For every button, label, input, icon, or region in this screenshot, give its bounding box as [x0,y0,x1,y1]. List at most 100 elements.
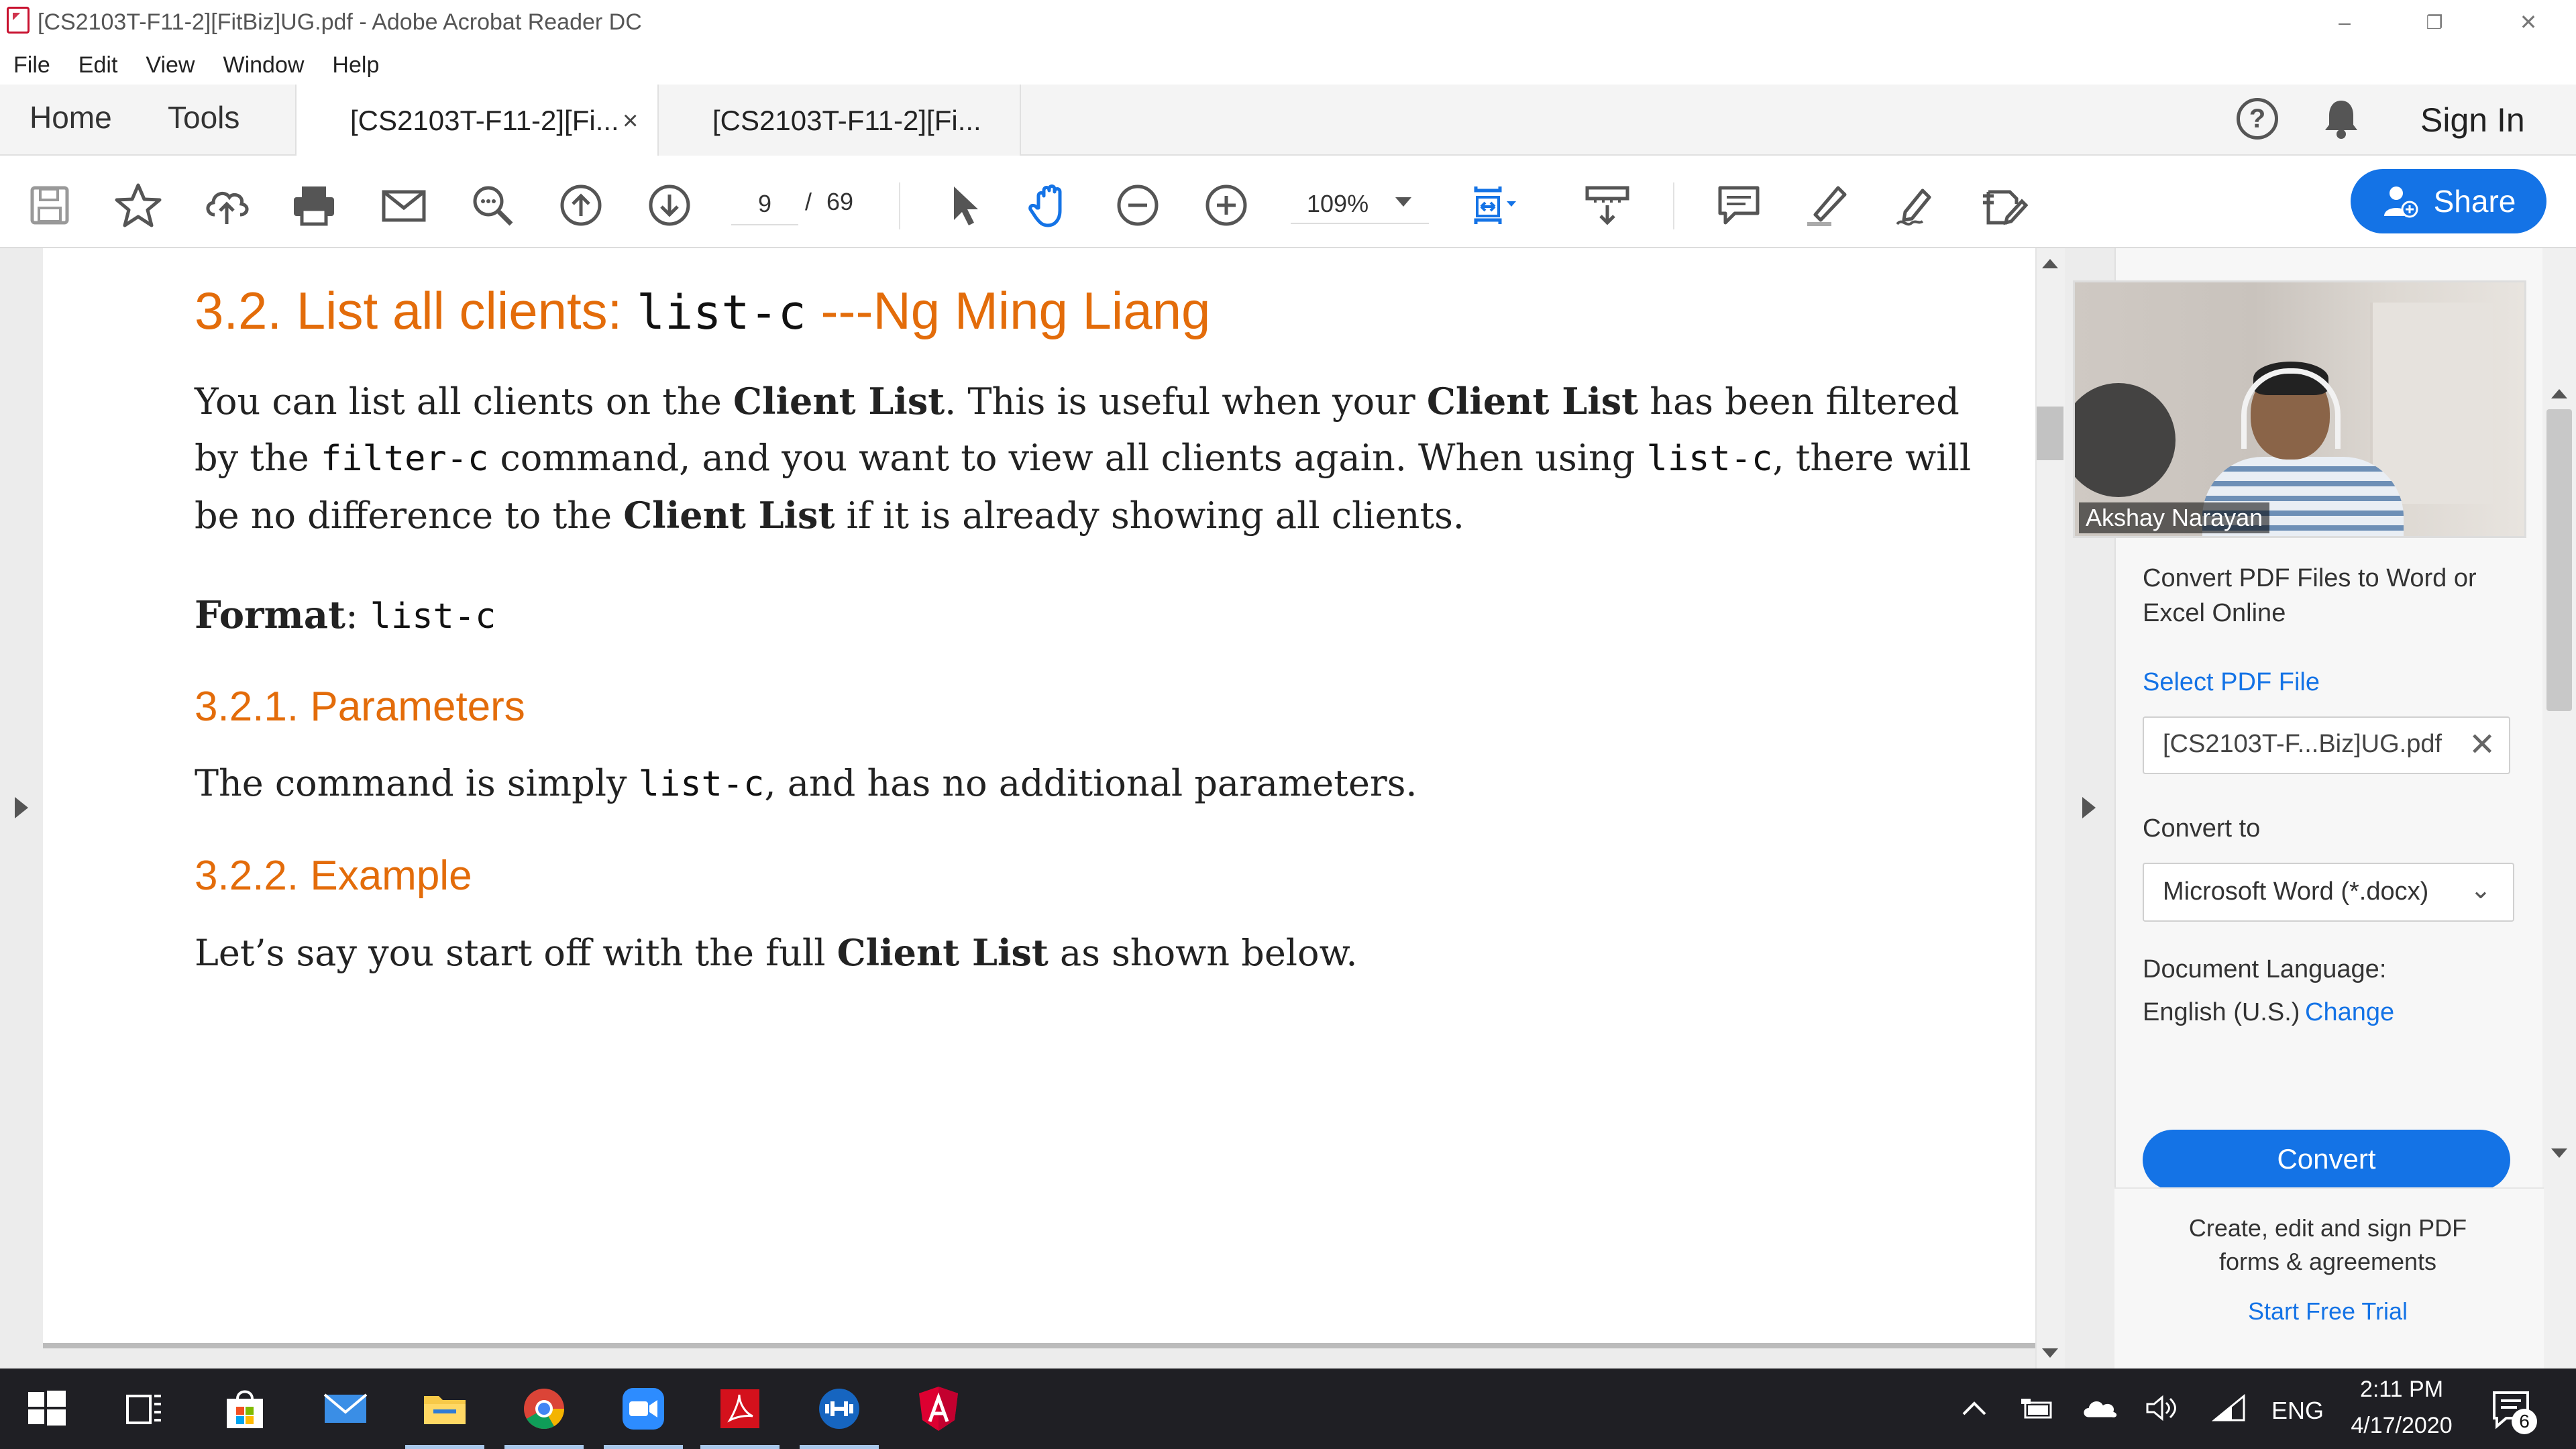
restore-button[interactable]: ❐ [2398,5,2471,39]
collapse-right-pane-icon[interactable] [2082,797,2096,818]
chrome-icon[interactable] [504,1368,584,1449]
tab-tools[interactable]: Tools [168,99,239,136]
text: . This is useful when your [945,380,1427,423]
select-cursor-icon[interactable] [939,181,987,229]
active-app-indicator [800,1445,879,1449]
paragraph-example: Let’s say you start off with the full Cl… [195,924,2006,981]
participant-name: Akshay Narayan [2079,502,2270,533]
tab-document-label: [CS2103T-F11-2][Fi... [350,105,619,136]
zoom-app-icon[interactable] [604,1368,683,1449]
active-app-indicator [604,1445,683,1449]
convert-promo-text: Convert PDF Files to Word or Excel Onlin… [2143,564,2477,627]
bold-term: Client List [733,380,945,423]
share-label: Share [2433,184,2516,219]
scroll-up-icon[interactable] [2042,259,2058,268]
document-language-label: Document Language: [2143,955,2387,983]
fitbiz-app-icon[interactable] [800,1368,879,1449]
notification-bell-icon[interactable] [2322,98,2360,140]
zoom-in-icon[interactable] [1202,181,1250,229]
print-icon[interactable] [290,181,338,229]
format-line: Format: list-c [195,593,496,637]
menu-window[interactable]: Window [223,52,304,78]
convert-to-label: Convert to [2143,814,2261,843]
angular-app-icon[interactable] [899,1368,978,1449]
pdf-page: 3.2. List all clients: list-c ---Ng Ming… [43,248,2055,1346]
menu-edit[interactable]: Edit [78,52,118,78]
comment-icon[interactable] [1715,181,1763,229]
document-language-value: English (U.S.) [2143,998,2300,1026]
save-icon[interactable] [25,181,74,229]
text: The command is simply [195,762,639,804]
paragraph-parameters: The command is simply list-c, and has no… [195,755,2006,812]
video-call-overlay[interactable]: Akshay Narayan [2073,280,2526,538]
mail-app-icon[interactable] [306,1368,385,1449]
windows-taskbar [0,1368,2576,1449]
share-button[interactable]: Share [2351,169,2546,233]
file-explorer-icon[interactable] [405,1368,484,1449]
zoom-out-icon[interactable] [1114,181,1162,229]
search-icon[interactable] [468,181,517,229]
close-window-button[interactable]: ✕ [2491,5,2565,39]
tab-home[interactable]: Home [30,99,112,136]
highlight-pen-icon[interactable] [1803,181,1851,229]
cloud-upload-icon[interactable] [203,181,251,229]
add-user-icon [2383,186,2418,218]
chevron-down-icon[interactable]: ⌄ [2470,875,2491,905]
tab-document-inactive[interactable]: [CS2103T-F11-2][Fi... [659,85,1021,156]
expand-left-pane-icon[interactable] [15,797,28,818]
scroll-mode-icon[interactable] [1583,181,1631,229]
next-page-icon[interactable] [645,181,694,229]
panel-scroll-up-icon[interactable] [2551,389,2567,398]
sign-pen-icon[interactable] [1892,181,1940,229]
scroll-down-icon[interactable] [2042,1348,2058,1358]
fill-sign-icon[interactable] [1980,181,2029,229]
start-free-trial-link[interactable]: Start Free Trial [2167,1297,2489,1326]
menu-file[interactable]: File [13,52,50,78]
previous-page-icon[interactable] [557,181,605,229]
hand-tool-icon[interactable] [1026,181,1075,229]
task-view-icon[interactable] [105,1368,184,1449]
minimize-button[interactable]: – [2308,5,2381,39]
chevron-down-icon[interactable] [1395,197,1411,207]
clock-time[interactable]: 2:11 PM [2348,1377,2455,1403]
windows-start-icon[interactable] [7,1368,86,1449]
inline-code: filter-c [320,439,489,479]
page-number-input[interactable]: 9 [731,184,798,225]
video-background-door [2370,303,2493,504]
input-language-indicator[interactable]: ENG [2271,1397,2324,1425]
bookmark-star-icon[interactable] [114,181,162,229]
page-fit-icon[interactable] [1469,181,1517,229]
inline-code: list-c [1646,439,1773,479]
toolbar-divider [1673,182,1674,229]
change-language-link[interactable]: Change [2305,998,2394,1027]
scrollbar-thumb[interactable] [2037,407,2063,460]
email-icon[interactable] [380,181,428,229]
notification-count-badge: 6 [2512,1409,2537,1434]
volume-icon[interactable] [2144,1390,2180,1426]
clear-file-icon[interactable]: ✕ [2469,726,2496,763]
select-pdf-file-link[interactable]: Select PDF File [2143,668,2320,697]
convert-button[interactable]: Convert [2143,1130,2510,1190]
text: as shown below. [1048,932,1358,974]
acrobat-taskbar-icon[interactable] [700,1368,780,1449]
sign-in-link[interactable]: Sign In [2420,101,2525,140]
close-tab-icon[interactable]: × [623,106,638,136]
page-separator: / [805,188,812,215]
battery-icon[interactable] [2019,1390,2055,1426]
menu-help[interactable]: Help [332,52,379,78]
panel-scroll-down-icon[interactable] [2551,1148,2567,1158]
help-icon[interactable]: ? [2237,98,2278,140]
heading-code: list-c [636,285,806,340]
tab-document-active[interactable]: [CS2103T-F11-2][Fi... [295,85,659,156]
subsection-heading-parameters: 3.2.1. Parameters [195,684,525,730]
onedrive-cloud-icon[interactable] [2082,1390,2118,1426]
wifi-icon[interactable] [2211,1390,2247,1426]
chevron-up-icon[interactable] [1956,1390,1992,1426]
page-total: 69 [826,188,854,215]
menu-view[interactable]: View [146,52,195,78]
heading-text: 3.2. List all clients: [195,281,637,340]
clock-date[interactable]: 4/17/2020 [2341,1413,2462,1439]
tab-bar: Home Tools [CS2103T-F11-2][Fi... × [CS21… [0,85,2576,156]
panel-scrollbar-thumb[interactable] [2546,409,2572,711]
microsoft-store-icon[interactable] [205,1368,284,1449]
